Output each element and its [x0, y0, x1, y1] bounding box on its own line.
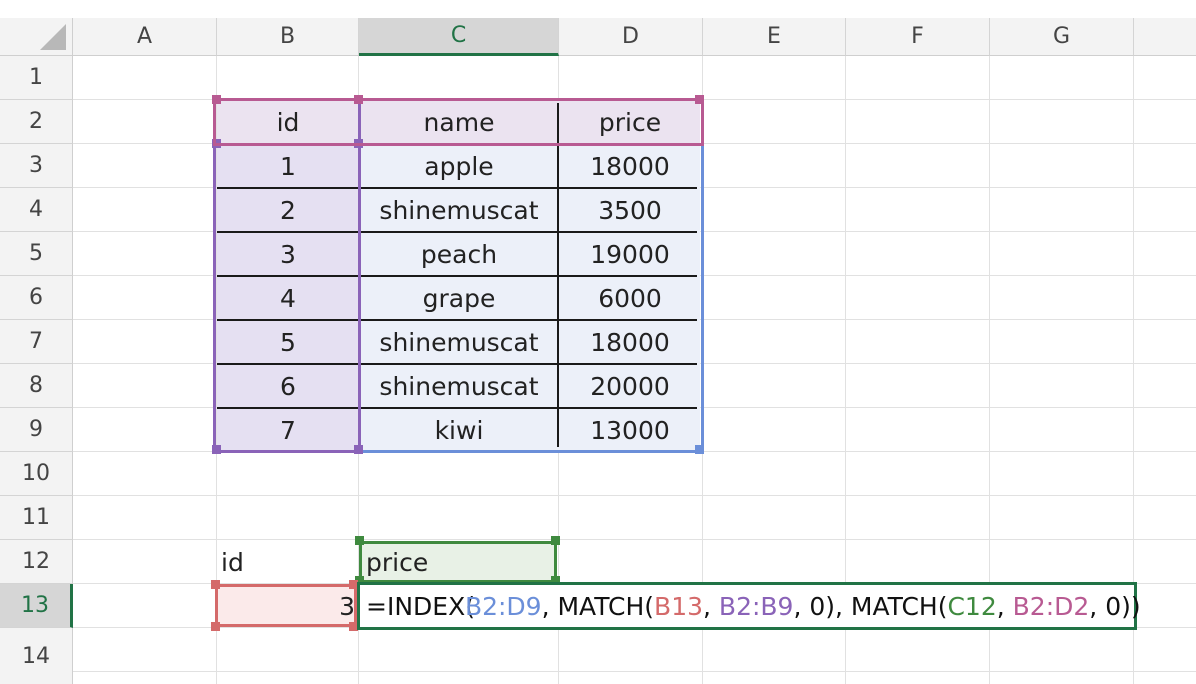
- formula-token: ,: [996, 591, 1013, 621]
- formula-token: , MATCH(: [541, 591, 655, 621]
- row-header-11[interactable]: 11: [0, 496, 73, 540]
- column-header-a[interactable]: A: [73, 18, 217, 56]
- range-handle[interactable]: [354, 445, 363, 454]
- range-handle[interactable]: [355, 536, 364, 545]
- column-header-e[interactable]: E: [703, 18, 846, 56]
- column-header-d[interactable]: D: [559, 18, 703, 56]
- row-header-4[interactable]: 4: [0, 188, 73, 232]
- formula-token: ,: [703, 591, 719, 621]
- range-handle[interactable]: [695, 445, 704, 454]
- column-header-c[interactable]: C: [359, 18, 559, 56]
- row-header-5[interactable]: 5: [0, 232, 73, 276]
- row-header-13[interactable]: 13: [0, 584, 73, 628]
- range-handle[interactable]: [211, 580, 220, 589]
- range-handle[interactable]: [354, 95, 363, 104]
- range-handle[interactable]: [212, 445, 221, 454]
- range-handle[interactable]: [211, 622, 220, 631]
- row-header-12[interactable]: 12: [0, 540, 73, 584]
- row-header-14[interactable]: 14: [0, 628, 73, 684]
- row-header-3[interactable]: 3: [0, 144, 73, 188]
- column-header-f[interactable]: F: [846, 18, 990, 56]
- active-cell-editor[interactable]: =INDEX(B2:D9, MATCH(B13, B2:B9, 0), MATC…: [357, 582, 1141, 630]
- formula-ref-b2-b9: B2:B9: [718, 591, 794, 621]
- toolbar-strip: [0, 0, 1196, 18]
- row-header-7[interactable]: 7: [0, 320, 73, 364]
- lookup-id-value[interactable]: 3: [217, 584, 355, 628]
- select-all-triangle-icon: [40, 24, 66, 50]
- row-header-9[interactable]: 9: [0, 408, 73, 452]
- lookup-price-label[interactable]: price: [366, 540, 556, 584]
- formula-token: =INDEX(: [366, 591, 475, 621]
- formula-ref-b13: B13: [654, 591, 704, 621]
- range-highlight-b2-d2: [213, 98, 704, 146]
- formula-token: , 0)): [1089, 591, 1141, 621]
- lookup-id-label[interactable]: id: [221, 540, 341, 584]
- range-highlight-b2-b9: [213, 98, 361, 453]
- formula-ref-c12: C12: [947, 591, 997, 621]
- row-header-10[interactable]: 10: [0, 452, 73, 496]
- row-header-1[interactable]: 1: [0, 56, 73, 100]
- column-header-b[interactable]: B: [217, 18, 359, 56]
- column-header-partial[interactable]: [1134, 18, 1196, 56]
- formula-ref-b2-d9: B2:D9: [464, 591, 542, 621]
- row-header-8[interactable]: 8: [0, 364, 73, 408]
- select-all-button[interactable]: [0, 18, 73, 56]
- range-highlight-b2-d9: [357, 142, 704, 453]
- range-handle[interactable]: [695, 95, 704, 104]
- range-handle[interactable]: [212, 95, 221, 104]
- row-header-6[interactable]: 6: [0, 276, 73, 320]
- formula-token: , 0), MATCH(: [793, 591, 948, 621]
- column-header-g[interactable]: G: [990, 18, 1134, 56]
- range-handle[interactable]: [551, 536, 560, 545]
- row-header-2[interactable]: 2: [0, 100, 73, 144]
- formula-ref-b2-d2: B2:D2: [1012, 591, 1090, 621]
